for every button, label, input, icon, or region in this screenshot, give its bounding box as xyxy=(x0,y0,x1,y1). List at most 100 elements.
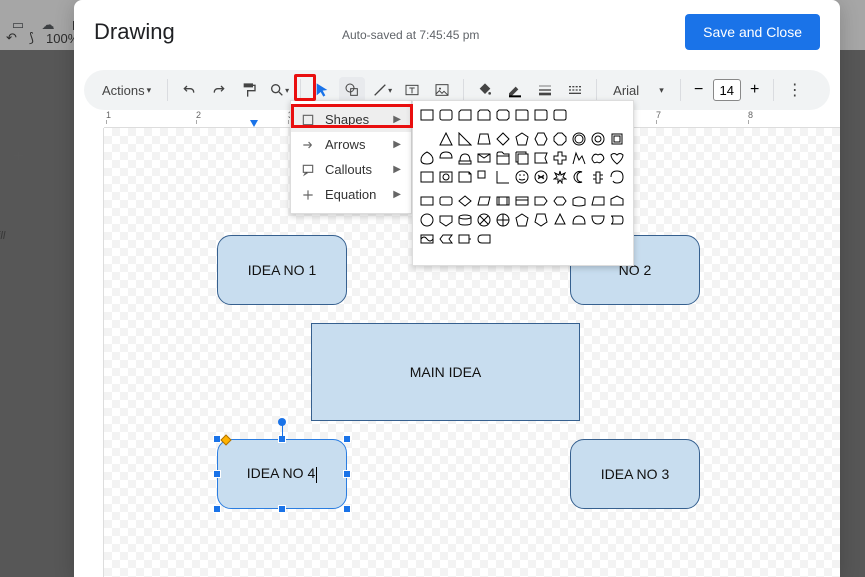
shape-option[interactable] xyxy=(514,169,530,185)
shape-option[interactable] xyxy=(609,169,625,185)
shape-option[interactable] xyxy=(457,193,473,209)
shape-option[interactable] xyxy=(438,193,454,209)
shape-option[interactable] xyxy=(514,212,530,228)
shape-option[interactable] xyxy=(533,107,549,123)
shape-option[interactable] xyxy=(476,131,492,147)
shape-idea-1[interactable]: IDEA NO 1 xyxy=(217,235,347,305)
resize-handle-tm[interactable] xyxy=(278,435,286,443)
shape-option[interactable] xyxy=(419,131,435,147)
shape-option[interactable] xyxy=(495,193,511,209)
redo-button[interactable] xyxy=(206,77,232,103)
shape-option[interactable] xyxy=(590,169,606,185)
increase-fontsize-button[interactable]: + xyxy=(745,81,765,99)
shape-option[interactable] xyxy=(514,131,530,147)
zoom-button[interactable]: ▾ xyxy=(266,77,292,103)
shape-option[interactable] xyxy=(571,169,587,185)
shape-option[interactable] xyxy=(590,212,606,228)
shape-option[interactable] xyxy=(571,150,587,166)
shape-option[interactable] xyxy=(476,107,492,123)
shape-option[interactable] xyxy=(495,107,511,123)
shape-option[interactable] xyxy=(457,169,473,185)
separator xyxy=(463,79,464,101)
shape-option[interactable] xyxy=(419,107,435,123)
shape-option[interactable] xyxy=(609,212,625,228)
menu-item-equation[interactable]: Equation ▶ xyxy=(291,182,411,207)
shape-option[interactable] xyxy=(419,193,435,209)
shape-option[interactable] xyxy=(419,169,435,185)
paint-format-button[interactable] xyxy=(236,77,262,103)
shape-option[interactable] xyxy=(438,150,454,166)
submenu-arrow-icon: ▶ xyxy=(393,164,401,175)
shape-option[interactable] xyxy=(514,193,530,209)
shape-option[interactable] xyxy=(419,150,435,166)
shape-option[interactable] xyxy=(590,150,606,166)
shape-option[interactable] xyxy=(419,212,435,228)
shape-option[interactable] xyxy=(514,150,530,166)
shape-option[interactable] xyxy=(438,169,454,185)
shape-option[interactable] xyxy=(457,212,473,228)
shape-option[interactable] xyxy=(438,212,454,228)
shape-option[interactable] xyxy=(571,131,587,147)
resize-handle-lm[interactable] xyxy=(213,470,221,478)
shape-option[interactable] xyxy=(571,193,587,209)
shape-option[interactable] xyxy=(533,193,549,209)
shape-idea-4-selected[interactable]: IDEA NO 4 xyxy=(217,439,347,509)
resize-handle-bl[interactable] xyxy=(213,505,221,513)
shape-option[interactable] xyxy=(609,193,625,209)
resize-handle-br[interactable] xyxy=(343,505,351,513)
shape-option[interactable] xyxy=(419,231,435,247)
shape-option[interactable] xyxy=(495,131,511,147)
shape-option[interactable] xyxy=(552,169,568,185)
decrease-fontsize-button[interactable]: − xyxy=(689,81,709,99)
ruler-indent-marker[interactable] xyxy=(250,120,258,127)
menu-item-callouts[interactable]: Callouts ▶ xyxy=(291,157,411,182)
shape-option[interactable] xyxy=(552,150,568,166)
menu-item-arrows[interactable]: Arrows ▶ xyxy=(291,132,411,157)
undo-button[interactable] xyxy=(176,77,202,103)
shape-option[interactable] xyxy=(571,212,587,228)
shape-option[interactable] xyxy=(552,193,568,209)
rotate-handle[interactable] xyxy=(278,418,286,426)
shape-option[interactable] xyxy=(533,150,549,166)
more-options-button[interactable]: ⋮ xyxy=(782,77,808,103)
shape-option[interactable] xyxy=(609,131,625,147)
shape-option[interactable] xyxy=(476,150,492,166)
shape-main-idea[interactable]: MAIN IDEA xyxy=(311,323,580,421)
menu-item-shapes[interactable]: Shapes ▶ xyxy=(291,107,411,132)
fontsize-input[interactable] xyxy=(713,79,741,101)
shape-option[interactable] xyxy=(533,212,549,228)
corner-radius-handle[interactable] xyxy=(220,434,231,445)
shape-option[interactable] xyxy=(457,107,473,123)
actions-menu-button[interactable]: Actions▾ xyxy=(94,79,159,102)
shape-option[interactable] xyxy=(495,169,511,185)
shape-option[interactable] xyxy=(457,150,473,166)
shape-text: IDEA NO 3 xyxy=(601,466,669,482)
save-and-close-button[interactable]: Save and Close xyxy=(685,14,820,50)
shape-option[interactable] xyxy=(476,212,492,228)
resize-handle-rm[interactable] xyxy=(343,470,351,478)
shape-option[interactable] xyxy=(533,131,549,147)
shape-option[interactable] xyxy=(476,193,492,209)
shape-option[interactable] xyxy=(609,150,625,166)
shape-option[interactable] xyxy=(552,212,568,228)
shape-option[interactable] xyxy=(495,150,511,166)
shape-option[interactable] xyxy=(552,131,568,147)
shape-option[interactable] xyxy=(457,131,473,147)
shape-option[interactable] xyxy=(476,231,492,247)
font-family-select[interactable]: Arial▾ xyxy=(605,81,672,100)
shape-option[interactable] xyxy=(438,231,454,247)
equation-icon xyxy=(301,188,315,202)
resize-handle-bm[interactable] xyxy=(278,505,286,513)
shape-option[interactable] xyxy=(476,169,492,185)
shape-option[interactable] xyxy=(438,107,454,123)
resize-handle-tr[interactable] xyxy=(343,435,351,443)
shape-option[interactable] xyxy=(533,169,549,185)
shape-idea-3[interactable]: IDEA NO 3 xyxy=(570,439,700,509)
shape-option[interactable] xyxy=(438,131,454,147)
shape-option[interactable] xyxy=(552,107,568,123)
shape-option[interactable] xyxy=(495,212,511,228)
shape-option[interactable] xyxy=(590,131,606,147)
shape-option[interactable] xyxy=(457,231,473,247)
shape-option[interactable] xyxy=(590,193,606,209)
shape-option[interactable] xyxy=(514,107,530,123)
